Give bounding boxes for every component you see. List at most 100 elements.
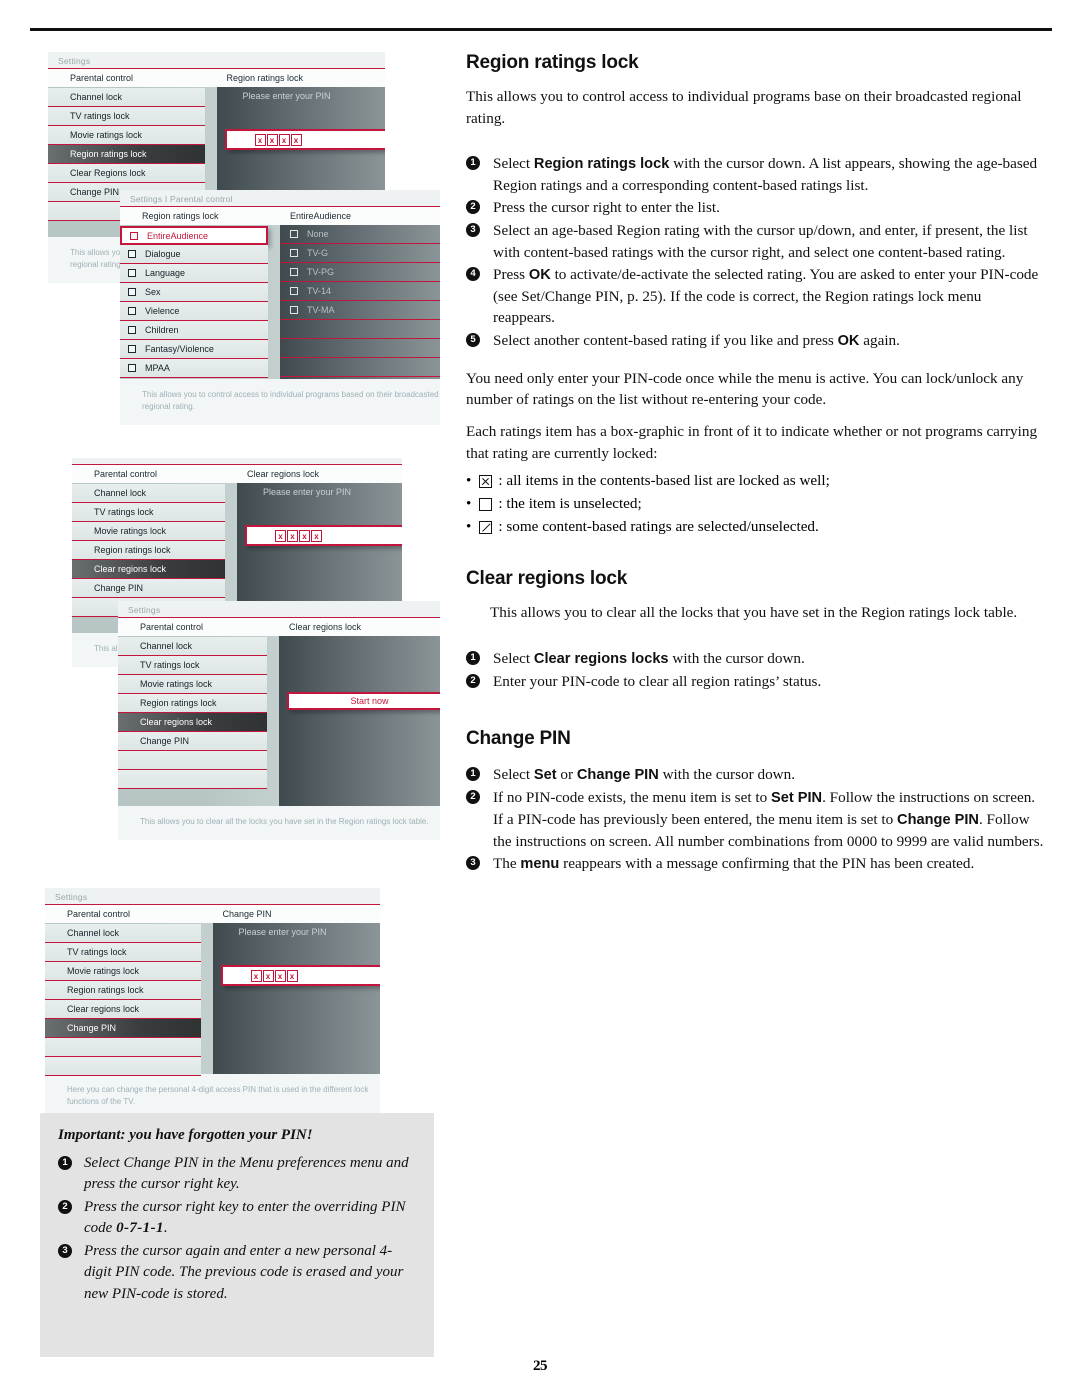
osd-rating-item[interactable]: Children [120, 321, 268, 340]
pin-char: x [290, 133, 302, 146]
osd-content-rating-item[interactable]: TV-G [280, 244, 440, 263]
osd-rating-item[interactable]: Fantasy/Violence [120, 340, 268, 359]
osd-rating-item[interactable]: Dialogue [120, 245, 268, 264]
osd-menu-item-blank [45, 1057, 201, 1076]
osd-content-rating-item[interactable]: TV-PG [280, 263, 440, 282]
list-item: •: the item is unselected; [466, 493, 1046, 516]
pin-steps: 1 Select Set or Change PIN with the curso… [466, 764, 1046, 874]
osd-menu-item-selected[interactable]: Change PIN [45, 1019, 201, 1038]
list-item: 5 Select another content-based rating if … [466, 330, 1046, 352]
step-text-pre: Press the cursor right to enter the list… [493, 199, 720, 217]
step-text-bold: Set [533, 767, 557, 784]
step-number: 1 [58, 1156, 72, 1170]
step-number: 3 [466, 223, 480, 238]
step-text-pre: If no PIN-code exists, the menu item is … [493, 789, 771, 807]
start-now-button[interactable]: Start now [287, 692, 440, 710]
checkbox-x-icon [479, 474, 493, 488]
osd-menu-item[interactable]: Movie ratings lock [118, 675, 267, 694]
section-heading-region: Region ratings lock [466, 52, 639, 73]
list-item: 1 Select Change PIN in the Menu preferenc… [58, 1153, 418, 1196]
osd-menu-item[interactable]: Channel lock [72, 484, 225, 503]
pin-input[interactable]: x x x x [245, 525, 402, 546]
pin-char: x [266, 133, 278, 146]
osd-content-rating-item-blank [280, 320, 440, 339]
step-number: 4 [466, 267, 480, 282]
list-item: 3 Press the cursor again and enter a new … [58, 1241, 418, 1305]
step-text-pre: Select [493, 155, 534, 173]
osd-rating-item-selected[interactable]: EntireAudience [120, 226, 268, 245]
step-text-post: with the cursor down. [658, 766, 796, 784]
osd-menu-item[interactable]: Channel lock [118, 637, 267, 656]
osd-menu-item[interactable]: Channel lock [48, 88, 205, 107]
important-steps: 1 Select Change PIN in the Menu preferenc… [58, 1153, 418, 1305]
osd-menu-item[interactable]: Clear Regions lock [48, 164, 205, 183]
osd-left-header: Parental control [140, 622, 204, 632]
osd-content-rating-item[interactable]: TV-14 [280, 282, 440, 301]
osd-breadcrumb: Settings [55, 892, 88, 902]
osd-menu-item[interactable]: Region ratings lock [72, 541, 225, 560]
osd-menu-item[interactable]: Change PIN [118, 732, 267, 751]
checkbox-icon[interactable] [128, 307, 136, 315]
checkbox-icon[interactable] [290, 268, 298, 276]
osd-menu-item[interactable]: TV ratings lock [48, 107, 205, 126]
osd-right-header: Clear regions lock [247, 469, 320, 479]
bullet-text: : some content-based ratings are selecte… [498, 517, 819, 535]
osd-menu-item-selected[interactable]: Clear regions lock [72, 560, 225, 579]
checkbox-icon[interactable] [128, 288, 136, 296]
step-text-post: reappears with a message confirming that… [559, 855, 975, 873]
osd-rating-item[interactable]: Vielence [120, 302, 268, 321]
osd-rating-label: Children [145, 325, 179, 335]
pin-input[interactable]: x x x x [224, 129, 385, 150]
osd-menu-item[interactable]: Movie ratings lock [45, 962, 201, 981]
osd-menu-item[interactable]: Movie ratings lock [48, 126, 205, 145]
osd-content-rating-item[interactable]: None [280, 225, 440, 244]
osd-content-rating-item[interactable]: TV-MA [280, 301, 440, 320]
checkbox-icon[interactable] [290, 249, 298, 257]
osd-content-rating-item-blank [280, 339, 440, 358]
important-title: Important: you have forgotten your PIN! [58, 1127, 313, 1143]
osd-menu-item[interactable]: Movie ratings lock [72, 522, 225, 541]
osd-menu-item[interactable]: Change PIN [72, 579, 225, 598]
osd-right-header: Region ratings lock [226, 73, 304, 83]
bullet-dot: • [466, 494, 472, 512]
osd-right-header: EntireAudience [290, 211, 352, 221]
osd-rating-item[interactable]: Language [120, 264, 268, 283]
step-text-post: again. [859, 332, 900, 350]
list-item: •: some content-based ratings are select… [466, 516, 1046, 539]
checkbox-icon[interactable] [290, 306, 298, 314]
list-item: 2 If no PIN-code exists, the menu item is… [466, 787, 1046, 852]
step-number: 3 [58, 1243, 72, 1258]
osd-body: Channel lock TV ratings lock Movie ratin… [45, 923, 380, 1076]
checkbox-icon[interactable] [130, 231, 138, 240]
osd-menu-item[interactable]: TV ratings lock [118, 656, 267, 675]
checkbox-icon[interactable] [128, 269, 136, 277]
osd-menu-item-selected[interactable]: Clear regions lock [118, 713, 267, 732]
checkbox-icon[interactable] [290, 230, 298, 238]
step-text-bold: menu [520, 856, 560, 873]
checkbox-icon[interactable] [128, 250, 136, 258]
region-intro: This allows you to control access to ind… [466, 88, 1022, 127]
osd-menu-item-selected[interactable]: Region ratings lock [48, 145, 205, 164]
step-number: 2 [466, 200, 480, 215]
osd-menu-item[interactable]: Region ratings lock [45, 981, 201, 1000]
pin-char: x [275, 529, 286, 542]
osd-content-rating-label: TV-G [307, 248, 329, 258]
osd-menu-item[interactable]: Clear regions lock [45, 1000, 201, 1019]
step-text: Press the cursor again and enter a new p… [84, 1242, 404, 1302]
step-text-bold: OK [837, 333, 860, 350]
osd-left-header: Parental control [94, 469, 158, 479]
osd-menu-item[interactable]: Region ratings lock [118, 694, 267, 713]
osd-menu-item[interactable]: TV ratings lock [72, 503, 225, 522]
osd-rating-item[interactable]: MPAA [120, 359, 268, 378]
checkbox-icon[interactable] [128, 326, 136, 334]
checkbox-icon[interactable] [128, 364, 136, 372]
checkbox-icon[interactable] [290, 287, 298, 295]
osd-menu-item[interactable]: Channel lock [45, 924, 201, 943]
osd-left-header: Parental control [70, 73, 134, 83]
osd-content-rating-item-blank [280, 358, 440, 377]
osd-rating-item[interactable]: Sex [120, 283, 268, 302]
osd-menu-item[interactable]: TV ratings lock [45, 943, 201, 962]
checkbox-icon[interactable] [128, 345, 136, 353]
step-text: Select Change PIN in the Menu preference… [84, 1155, 409, 1193]
pin-input[interactable]: x x x x [220, 965, 380, 986]
